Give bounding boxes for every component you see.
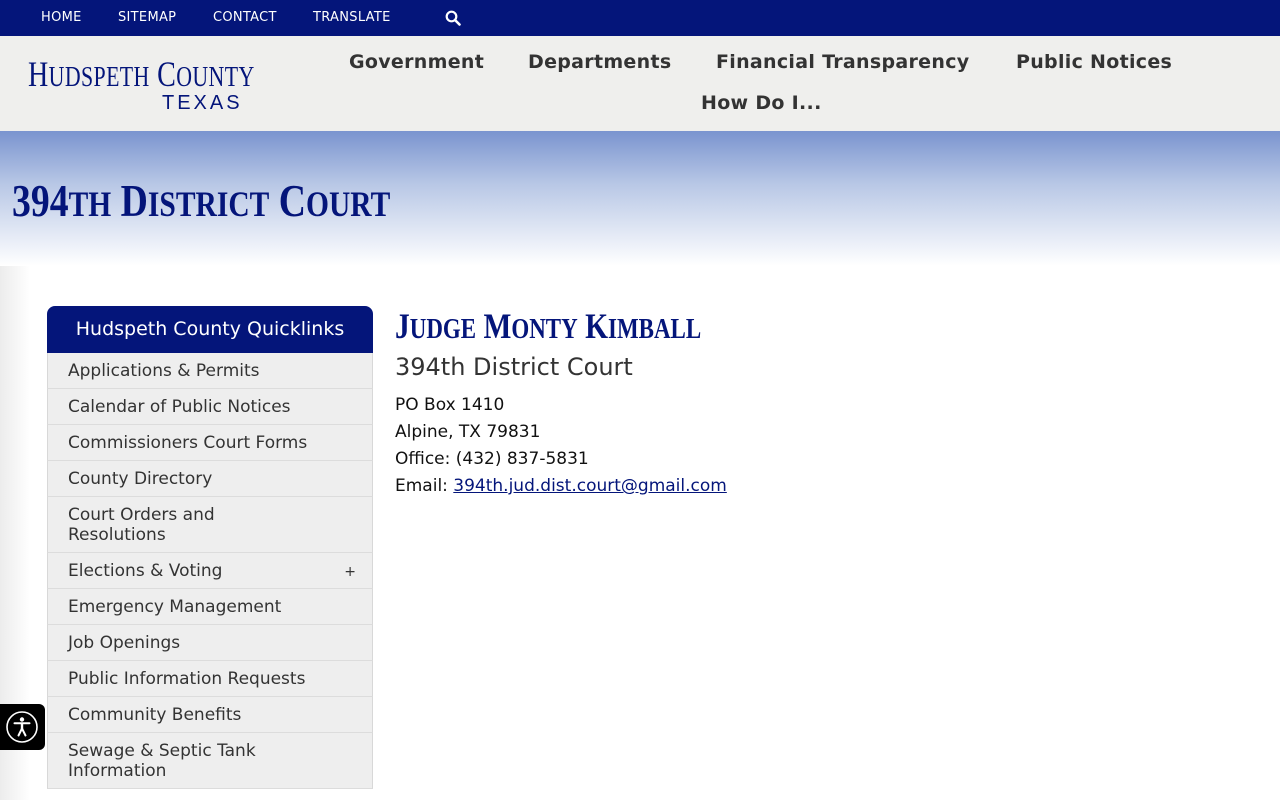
quicklink-elections-voting[interactable]: Elections & Voting + bbox=[47, 553, 373, 589]
site-header: HUDSPETH COUNTY TEXAS Government Departm… bbox=[0, 36, 1280, 131]
quicklink-community-benefits[interactable]: Community Benefits bbox=[47, 697, 373, 733]
utility-bar: HOME SITEMAP CONTACT TRANSLATE bbox=[0, 0, 1280, 36]
county-logo[interactable]: HUDSPETH COUNTY TEXAS bbox=[28, 54, 255, 115]
nav-government[interactable]: Government bbox=[349, 51, 484, 73]
po-box: PO Box 1410 bbox=[395, 395, 505, 415]
utility-link-home[interactable]: HOME bbox=[41, 11, 82, 25]
expand-icon[interactable]: + bbox=[344, 562, 356, 582]
quicklinks-header: Hudspeth County Quicklinks bbox=[47, 306, 373, 353]
logo-title: HUDSPETH COUNTY bbox=[28, 54, 255, 94]
quicklinks-sidebar: Hudspeth County Quicklinks Applications … bbox=[47, 306, 373, 789]
quicklink-calendar-public-notices[interactable]: Calendar of Public Notices bbox=[47, 389, 373, 425]
utility-link-translate[interactable]: TRANSLATE bbox=[313, 11, 391, 25]
quicklink-public-information-requests[interactable]: Public Information Requests bbox=[47, 661, 373, 697]
office-phone: Office: (432) 837-5831 bbox=[395, 449, 589, 469]
logo-subtitle: TEXAS bbox=[162, 92, 243, 114]
court-name: 394th District Court bbox=[395, 353, 633, 381]
quicklink-emergency-management[interactable]: Emergency Management bbox=[47, 589, 373, 625]
quicklink-applications-permits[interactable]: Applications & Permits bbox=[47, 353, 373, 389]
quicklink-commissioners-court-forms[interactable]: Commissioners Court Forms bbox=[47, 425, 373, 461]
nav-departments[interactable]: Departments bbox=[528, 51, 671, 73]
email-label: Email: bbox=[395, 476, 454, 496]
quicklink-county-directory[interactable]: County Directory bbox=[47, 461, 373, 497]
city-state-zip: Alpine, TX 79831 bbox=[395, 422, 541, 442]
nav-how-do-i[interactable]: How Do I... bbox=[701, 92, 822, 114]
utility-link-sitemap[interactable]: SITEMAP bbox=[118, 11, 176, 25]
quicklink-court-orders-resolutions[interactable]: Court Orders and Resolutions bbox=[47, 497, 373, 553]
contact-info: PO Box 1410 Alpine, TX 79831 Office: (43… bbox=[395, 392, 768, 500]
utility-link-contact[interactable]: CONTACT bbox=[213, 11, 277, 25]
quicklink-job-openings[interactable]: Job Openings bbox=[47, 625, 373, 661]
quicklink-sewage-septic[interactable]: Sewage & Septic Tank Information bbox=[47, 733, 373, 789]
accessibility-button[interactable] bbox=[0, 704, 45, 750]
page-title: 394TH DISTRICT COURT bbox=[12, 175, 391, 226]
accessibility-icon bbox=[6, 711, 38, 743]
email-link[interactable]: 394th.jud.dist.court@gmail.com bbox=[453, 476, 727, 496]
email-line: Email: 394th.jud.dist.court@gmail.com bbox=[395, 473, 768, 500]
main-content: JUDGE MONTY KIMBALL 394th District Court… bbox=[395, 306, 768, 500]
nav-financial-transparency[interactable]: Financial Transparency bbox=[716, 51, 969, 73]
search-icon[interactable] bbox=[445, 10, 461, 26]
judge-name: JUDGE MONTY KIMBALL bbox=[395, 306, 702, 346]
nav-public-notices[interactable]: Public Notices bbox=[1016, 51, 1172, 73]
